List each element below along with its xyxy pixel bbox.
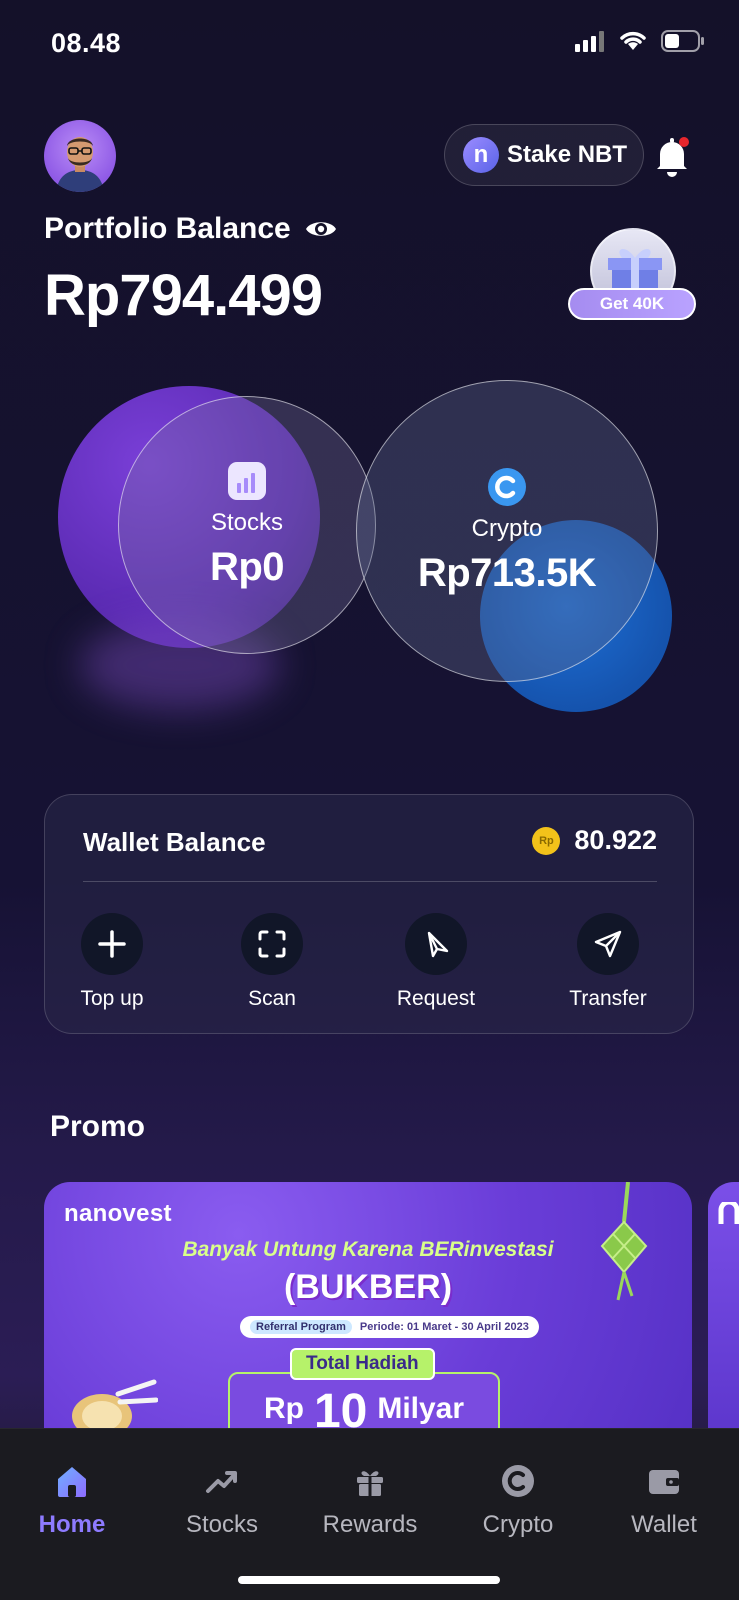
nav-home-label: Home	[38, 1511, 106, 1538]
prize-currency: Rp	[263, 1392, 304, 1425]
trend-up-icon	[206, 1471, 237, 1493]
status-icons	[575, 30, 705, 52]
bottom-navigation: Home Stocks Rewards Crypto Wallet	[0, 1428, 739, 1600]
request-label: Request	[396, 987, 476, 1010]
gift-icon	[357, 1471, 383, 1496]
send-icon	[594, 930, 622, 958]
nav-stocks[interactable]: Stocks	[152, 1463, 292, 1539]
home-indicator	[238, 1576, 500, 1584]
bell-icon	[657, 137, 689, 177]
referral-tag: Referral Program	[250, 1320, 352, 1334]
prize-unit: Milyar	[377, 1392, 465, 1425]
referral-reward-button[interactable]: Get 40K	[568, 216, 696, 324]
nav-rewards[interactable]: Rewards	[300, 1463, 440, 1539]
nav-wallet[interactable]: Wallet	[594, 1463, 734, 1539]
nanovest-logo-icon	[718, 1202, 739, 1224]
stocks-label: Stocks	[210, 508, 284, 536]
promo-section-title: Promo	[50, 1110, 146, 1143]
nav-stocks-label: Stocks	[185, 1511, 259, 1538]
promo-period: Periode: 01 Maret - 30 April 2023	[359, 1321, 529, 1333]
portfolio-balance-label: Portfolio Balance	[44, 212, 291, 245]
promo-banner[interactable]: nanovest Banyak Untung Karena BERinvesta…	[44, 1182, 692, 1442]
coin-icon: Rp	[532, 826, 561, 855]
nav-home[interactable]: Home	[2, 1463, 142, 1539]
promo-banner-next[interactable]	[708, 1182, 739, 1442]
top-up-label: Top up	[80, 987, 144, 1010]
wallet-amount-value: 80.922	[574, 825, 657, 855]
scan-button[interactable]: Scan	[217, 913, 327, 1011]
top-up-button[interactable]: Top up	[57, 913, 167, 1011]
notification-button[interactable]	[652, 134, 692, 178]
wallet-balance-amount: Rp 80.922	[532, 825, 657, 856]
promo-subheadline: (BUKBER)	[283, 1268, 453, 1306]
promo-brand-logo: nanovest	[64, 1200, 172, 1227]
user-avatar-icon	[56, 137, 104, 192]
crypto-value: Rp713.5K	[417, 550, 597, 595]
crypto-bubble[interactable]: Crypto Rp713.5K	[356, 380, 658, 682]
prize-tag: Total Hadiah	[290, 1348, 435, 1380]
nbt-logo-icon: n	[463, 137, 499, 173]
nav-wallet-label: Wallet	[631, 1511, 697, 1538]
stocks-bubble[interactable]: Stocks Rp0	[118, 396, 376, 654]
wallet-icon	[649, 1470, 679, 1494]
portfolio-balance-title: Portfolio Balance	[44, 212, 337, 246]
scan-icon	[258, 930, 286, 958]
battery-icon	[661, 30, 704, 52]
crypto-label: Crypto	[471, 514, 543, 542]
wallet-divider	[83, 881, 657, 882]
portfolio-balance-value: Rp794.499	[44, 263, 323, 328]
wallet-balance-card: Wallet Balance Rp 80.922 Top up Scan Req…	[44, 794, 694, 1034]
crypto-coin-icon	[488, 467, 526, 506]
promo-referral-strip: Referral Program Periode: 01 Maret - 30 …	[240, 1316, 539, 1338]
bar-chart-icon	[228, 461, 266, 500]
promo-headline: Banyak Untung Karena BERinvestasi	[182, 1238, 554, 1261]
signal-icon	[575, 31, 604, 52]
nav-rewards-label: Rewards	[322, 1511, 418, 1538]
reward-pill: Get 40K	[568, 288, 696, 320]
crypto-icon	[502, 1465, 534, 1497]
transfer-label: Transfer	[569, 987, 647, 1010]
wifi-icon	[620, 31, 646, 50]
nav-crypto-label: Crypto	[482, 1511, 554, 1538]
scan-label: Scan	[248, 987, 296, 1010]
transfer-button[interactable]: Transfer	[553, 913, 663, 1011]
stake-label: Stake NBT	[507, 141, 628, 168]
wallet-balance-title: Wallet Balance	[83, 827, 266, 857]
request-button[interactable]: Request	[381, 913, 491, 1011]
status-time: 08.48	[51, 28, 122, 58]
request-icon	[427, 931, 449, 958]
plus-icon	[98, 930, 126, 958]
home-icon	[58, 1467, 86, 1497]
nav-crypto[interactable]: Crypto	[448, 1463, 588, 1539]
avatar[interactable]	[44, 120, 116, 192]
stocks-value: Rp0	[209, 544, 285, 589]
eye-icon[interactable]	[305, 218, 337, 240]
stake-nbt-button[interactable]: n Stake NBT	[444, 124, 644, 186]
